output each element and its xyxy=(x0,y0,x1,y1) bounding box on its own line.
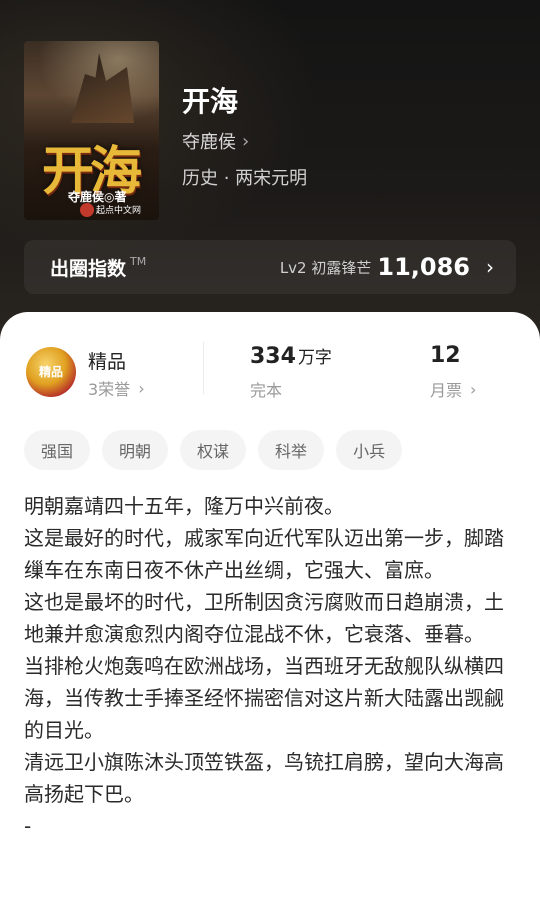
author-link[interactable]: 夺鹿侯 › xyxy=(182,128,249,154)
tag-chip[interactable]: 强国 xyxy=(24,430,91,470)
monthly-ticket-count: 12 xyxy=(430,343,461,368)
chevron-right-icon: › xyxy=(138,378,145,398)
word-count: 334 万字 xyxy=(250,343,332,369)
chevron-right-icon: › xyxy=(470,379,477,399)
circle-index-value: 11,086 xyxy=(377,253,470,281)
tag-chip[interactable]: 明朝 xyxy=(102,430,169,470)
trademark-mark: TM xyxy=(130,254,147,268)
circle-index-label: 出圈指数 xyxy=(50,257,127,280)
honors-link[interactable]: 3荣誉 › xyxy=(88,376,145,400)
stats-divider xyxy=(203,342,204,394)
circle-index-info: Lv2 初露锋芒 11,086 › xyxy=(280,253,494,281)
book-detail-sheet: 精品 精品 3荣誉 › 334 万字 完本 12 月票 › 强国 明朝 权谋 科举… xyxy=(0,312,540,913)
tag-chip[interactable]: 权谋 xyxy=(180,430,247,470)
honors-count: 3荣誉 xyxy=(88,380,131,399)
chevron-right-icon: › xyxy=(486,255,494,279)
circle-index-level: Lv2 初露锋芒 xyxy=(279,258,372,277)
book-header: 开海 夺鹿侯◎著 起点中文网 开海 夺鹿侯 › 历史 · 两宋元明 出圈指数 T… xyxy=(0,0,540,345)
book-synopsis[interactable]: 明朝嘉靖四十五年，隆万中兴前夜。 这是最好的时代，戚家军向近代军队迈出第一步，脚… xyxy=(24,490,504,842)
completion-status: 完本 xyxy=(250,381,283,400)
author-name: 夺鹿侯 xyxy=(182,132,236,153)
book-title: 开海 xyxy=(182,85,239,118)
quality-title: 精品 xyxy=(88,351,127,373)
word-count-value: 334 xyxy=(250,344,296,369)
tag-chip[interactable]: 小兵 xyxy=(336,430,403,470)
cover-publisher-logo: 起点中文网 xyxy=(96,206,142,216)
monthly-ticket-label: 月票 xyxy=(430,381,463,400)
chevron-right-icon: › xyxy=(242,130,250,152)
stats-row: 精品 精品 3荣誉 › 334 万字 完本 12 月票 › xyxy=(0,312,540,422)
circle-index-bar[interactable]: 出圈指数 TM Lv2 初露锋芒 11,086 › xyxy=(24,240,516,294)
monthly-ticket-link[interactable]: 月票 › xyxy=(430,377,476,401)
cover-seal-icon xyxy=(80,203,94,217)
book-cover[interactable]: 开海 夺鹿侯◎著 起点中文网 xyxy=(24,41,159,220)
tag-chip[interactable]: 科举 xyxy=(258,430,325,470)
tag-list: 强国 明朝 权谋 科举 小兵 xyxy=(24,430,403,470)
quality-badge-icon: 精品 xyxy=(26,347,76,397)
book-category[interactable]: 历史 · 两宋元明 xyxy=(182,164,307,190)
word-count-unit: 万字 xyxy=(297,348,332,368)
